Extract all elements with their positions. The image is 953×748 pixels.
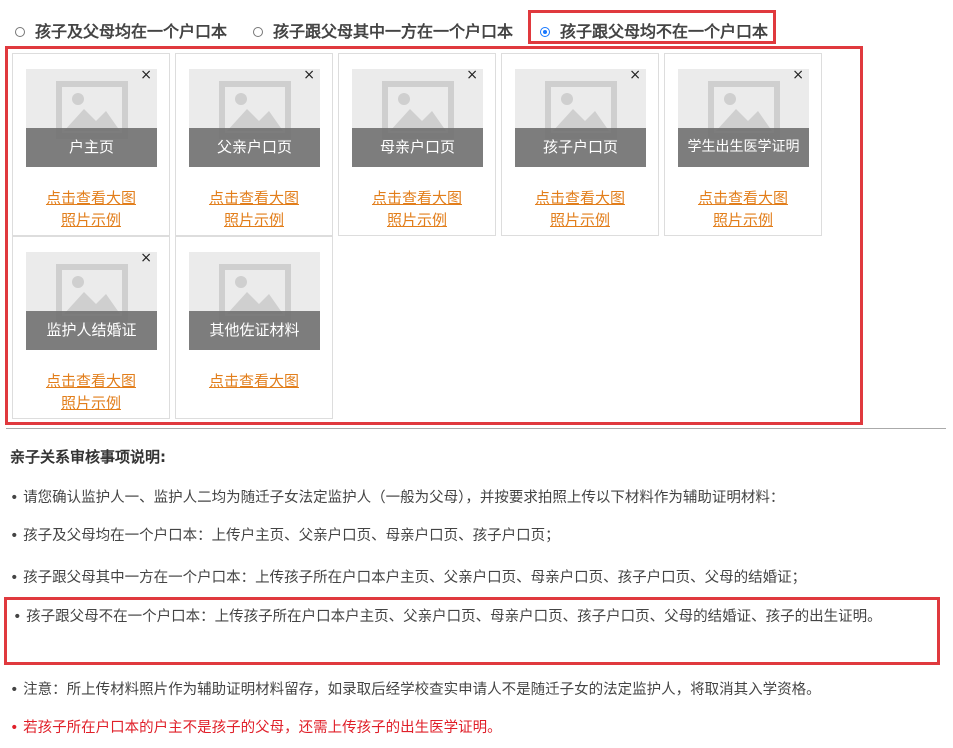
upload-card-birth-certificate: 学生出生医学证明 × 点击查看大图 照片示例	[664, 53, 822, 236]
thumbnail-caption: 孩子户口页	[515, 128, 646, 167]
note-item: • 注意：所上传材料照片作为辅助证明材料留存，如录取后经学校查实申请人不是随迁子…	[10, 682, 821, 698]
upload-grid: 户主页 × 点击查看大图 照片示例 父亲户口页 × 点击查看大图 照片示例 母亲…	[5, 46, 863, 425]
radio-one-parent[interactable]: 孩子跟父母其中一方在一个户口本	[253, 22, 513, 42]
thumbnail-caption: 学生出生医学证明	[678, 128, 809, 167]
radio-same-book[interactable]: 孩子及父母均在一个户口本	[15, 22, 227, 42]
upload-card-mother: 母亲户口页 × 点击查看大图 照片示例	[338, 53, 496, 236]
note-item: • 孩子跟父母不在一个户口本：上传孩子所在户口本户主页、父亲户口页、母亲户口页、…	[13, 609, 882, 625]
radio-label: 孩子跟父母均不在一个户口本	[560, 22, 769, 41]
radio-indicator[interactable]	[540, 27, 550, 37]
view-large-link[interactable]: 点击查看大图	[339, 187, 495, 208]
thumbnail-caption: 母亲户口页	[352, 128, 483, 167]
thumbnail-caption: 户主页	[26, 128, 157, 167]
thumbnail-caption: 监护人结婚证	[26, 311, 157, 350]
upload-thumbnail[interactable]: 母亲户口页	[352, 69, 483, 167]
upload-thumbnail[interactable]: 监护人结婚证	[26, 252, 157, 350]
view-large-link[interactable]: 点击查看大图	[176, 187, 332, 208]
close-icon[interactable]: ×	[140, 251, 152, 265]
upload-card-child: 孩子户口页 × 点击查看大图 照片示例	[501, 53, 659, 236]
example-link[interactable]: 照片示例	[502, 209, 658, 230]
radio-indicator[interactable]	[15, 27, 25, 37]
upload-card-household-head: 户主页 × 点击查看大图 照片示例	[12, 53, 170, 236]
radio-label: 孩子及父母均在一个户口本	[35, 22, 228, 41]
upload-thumbnail[interactable]: 父亲户口页	[189, 69, 320, 167]
close-icon[interactable]: ×	[303, 68, 315, 82]
upload-thumbnail[interactable]: 户主页	[26, 69, 157, 167]
example-link[interactable]: 照片示例	[13, 209, 169, 230]
view-large-link[interactable]: 点击查看大图	[176, 370, 332, 391]
thumbnail-caption: 父亲户口页	[189, 128, 320, 167]
close-icon[interactable]: ×	[140, 68, 152, 82]
example-link[interactable]: 照片示例	[665, 209, 821, 230]
close-icon[interactable]: ×	[466, 68, 478, 82]
upload-card-other-evidence: 其他佐证材料 点击查看大图	[175, 236, 333, 419]
view-large-link[interactable]: 点击查看大图	[13, 370, 169, 391]
notes-title: 亲子关系审核事项说明:	[10, 448, 166, 466]
view-large-link[interactable]: 点击查看大图	[502, 187, 658, 208]
upload-thumbnail[interactable]: 孩子户口页	[515, 69, 646, 167]
view-large-link[interactable]: 点击查看大图	[665, 187, 821, 208]
upload-thumbnail[interactable]: 其他佐证材料	[189, 252, 320, 350]
upload-thumbnail[interactable]: 学生出生医学证明	[678, 69, 809, 167]
close-icon[interactable]: ×	[629, 68, 641, 82]
thumbnail-caption: 其他佐证材料	[189, 311, 320, 350]
radio-not-same-book[interactable]: 孩子跟父母均不在一个户口本	[540, 22, 768, 42]
upload-card-father: 父亲户口页 × 点击查看大图 照片示例	[175, 53, 333, 236]
highlight-box: • 孩子跟父母不在一个户口本：上传孩子所在户口本户主页、父亲户口页、母亲户口页、…	[4, 597, 940, 665]
warning-note: • 若孩子所在户口本的户主不是孩子的父母，还需上传孩子的出生医学证明。	[10, 720, 502, 736]
relationship-radio-group: 孩子及父母均在一个户口本 孩子跟父母其中一方在一个户口本 孩子跟父母均不在一个户…	[0, 0, 953, 46]
note-item: • 孩子跟父母其中一方在一个户口本：上传孩子所在户口本户主页、父亲户口页、母亲户…	[10, 570, 807, 586]
note-item: • 请您确认监护人一、监护人二均为随迁子女法定监护人（一般为父母），并按要求拍照…	[10, 490, 785, 506]
radio-label: 孩子跟父母其中一方在一个户口本	[273, 22, 514, 41]
radio-indicator[interactable]	[253, 27, 263, 37]
view-large-link[interactable]: 点击查看大图	[13, 187, 169, 208]
section-divider	[6, 428, 946, 429]
example-link[interactable]: 照片示例	[176, 209, 332, 230]
example-link[interactable]: 照片示例	[339, 209, 495, 230]
note-item: • 孩子及父母均在一个户口本：上传户主页、父亲户口页、母亲户口页、孩子户口页；	[10, 528, 560, 544]
upload-card-marriage-certificate: 监护人结婚证 × 点击查看大图 照片示例	[12, 236, 170, 419]
example-link[interactable]: 照片示例	[13, 392, 169, 413]
close-icon[interactable]: ×	[792, 68, 804, 82]
